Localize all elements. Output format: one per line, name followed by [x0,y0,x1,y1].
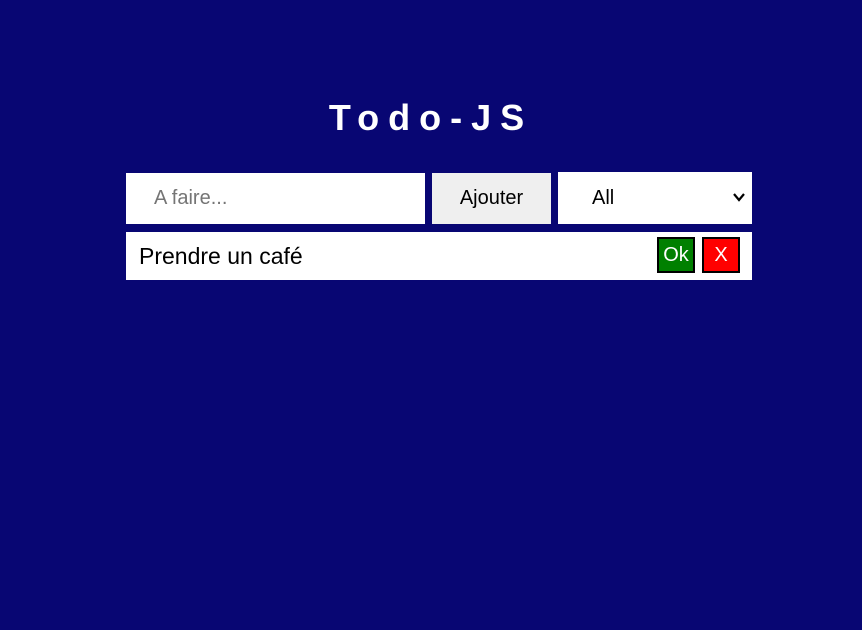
add-button[interactable]: Ajouter [432,173,551,224]
todo-item-text: Prendre un café [139,243,303,269]
todo-input[interactable] [126,173,425,224]
todo-item: Prendre un café Ok X [126,232,752,280]
todo-list: Prendre un café Ok X [126,232,752,280]
chevron-down-icon [733,193,745,202]
complete-button[interactable]: Ok [657,237,695,273]
filter-select[interactable]: All [558,172,752,224]
delete-button[interactable]: X [702,237,740,273]
filter-selected-value: All [592,187,615,209]
app-title: Todo-JS [328,97,534,138]
todo-form: Ajouter All [126,172,752,224]
